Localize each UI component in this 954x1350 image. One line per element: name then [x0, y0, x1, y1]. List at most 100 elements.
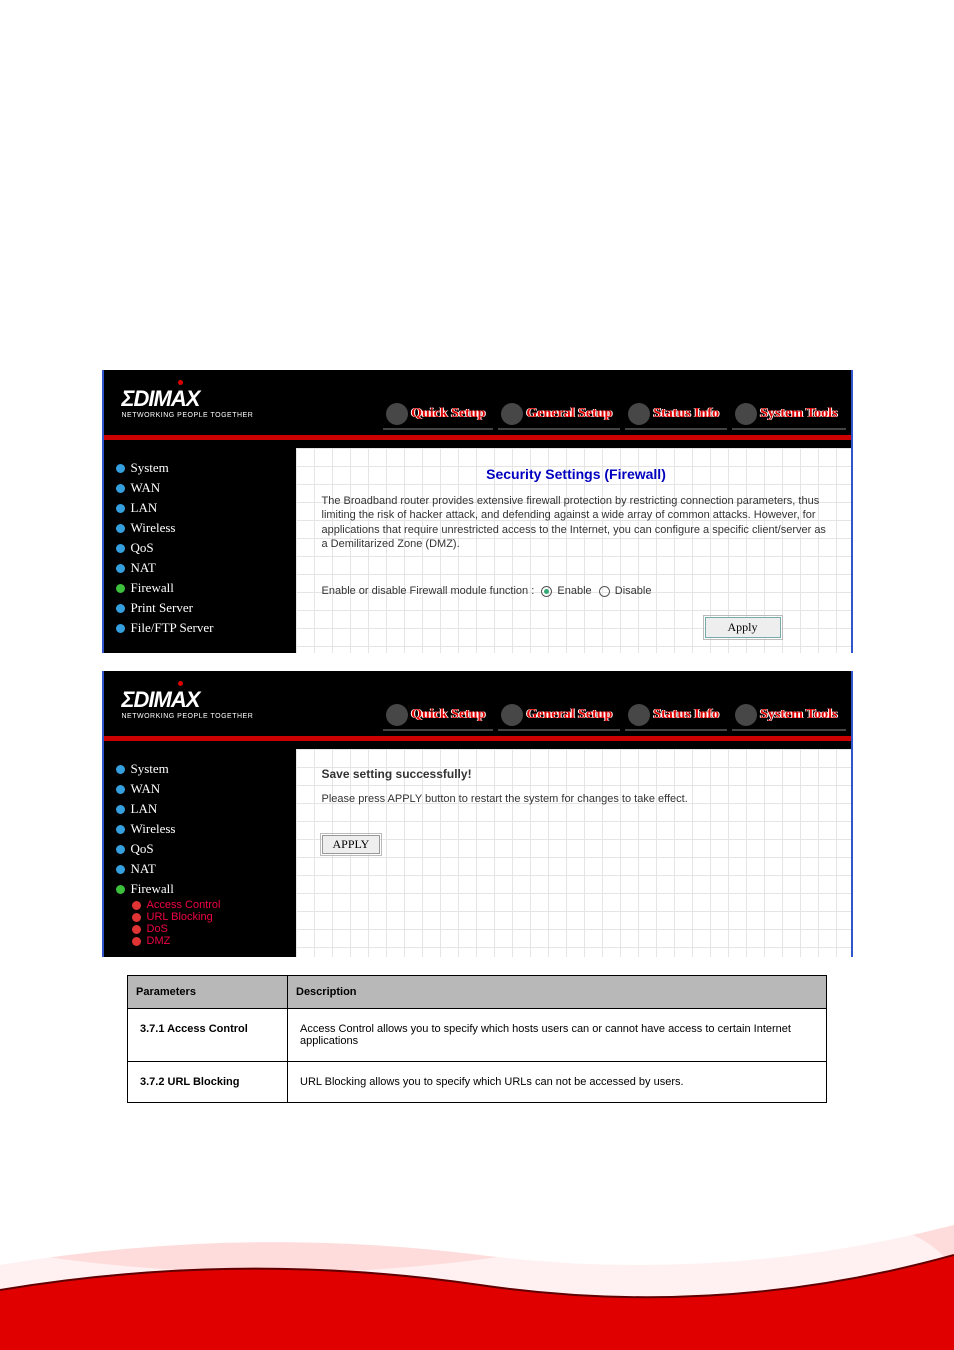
- bullet-icon: [116, 604, 125, 613]
- sidebar-label: Wireless: [131, 520, 176, 536]
- bullet-icon: [132, 925, 141, 934]
- bullet-icon: [116, 484, 125, 493]
- sidebar-item-system[interactable]: System: [116, 759, 284, 779]
- nav-general-setup[interactable]: General Setup: [498, 707, 620, 731]
- sidebar-label: Firewall: [131, 580, 174, 596]
- footer-swoosh-graphic: [0, 1170, 954, 1350]
- sidebar-sub-label: Access Control: [147, 899, 221, 911]
- content-panel: Security Settings (Firewall) The Broadba…: [296, 448, 851, 653]
- sidebar-item-nat[interactable]: NAT: [116, 558, 284, 578]
- nav-system-tools[interactable]: System Tools: [732, 406, 845, 430]
- bullet-icon: [132, 937, 141, 946]
- brand-name: ΣDIMAX: [122, 386, 294, 412]
- cell-param: 3.7.1 Access Control: [128, 1009, 288, 1062]
- enable-label: Enable: [557, 585, 591, 597]
- bullet-icon: [116, 584, 125, 593]
- apply-button[interactable]: Apply: [705, 617, 781, 638]
- sidebar-label: System: [131, 761, 169, 777]
- nav-system-tools[interactable]: System Tools: [732, 707, 845, 731]
- router-screenshot-1: ΣDIMAX NETWORKING PEOPLE TOGETHER Quick …: [102, 370, 853, 653]
- sidebar-sub-dmz[interactable]: DMZ: [132, 935, 284, 947]
- sidebar-item-lan[interactable]: LAN: [116, 498, 284, 518]
- sidebar-label: WAN: [131, 480, 161, 496]
- strip: [104, 440, 851, 448]
- sidebar-item-wan[interactable]: WAN: [116, 779, 284, 799]
- brand-tagline: NETWORKING PEOPLE TOGETHER: [122, 412, 294, 419]
- sidebar-sub-access-control[interactable]: Access Control: [132, 899, 284, 911]
- firewall-toggle-row: Enable or disable Firewall module functi…: [322, 585, 831, 597]
- sidebar-item-nat[interactable]: NAT: [116, 859, 284, 879]
- nav-quick-setup[interactable]: Quick Setup: [383, 406, 493, 430]
- bullet-icon: [116, 624, 125, 633]
- sidebar-label: Wireless: [131, 821, 176, 837]
- sidebar-item-wan[interactable]: WAN: [116, 478, 284, 498]
- bullet-icon: [116, 504, 125, 513]
- nav-quick-setup[interactable]: Quick Setup: [383, 707, 493, 731]
- sidebar-item-wireless[interactable]: Wireless: [116, 518, 284, 538]
- apply-button[interactable]: APPLY: [322, 835, 381, 854]
- save-success-msg: Please press APPLY button to restart the…: [322, 793, 831, 805]
- bullet-icon: [116, 825, 125, 834]
- bullet-icon: [116, 845, 125, 854]
- router-screenshot-2: ΣDIMAX NETWORKING PEOPLE TOGETHER Quick …: [102, 671, 853, 957]
- bullet-icon: [132, 901, 141, 910]
- sidebar-label: NAT: [131, 861, 156, 877]
- logo: ΣDIMAX NETWORKING PEOPLE TOGETHER: [104, 687, 294, 720]
- bullet-icon: [116, 805, 125, 814]
- sidebar-item-qos[interactable]: QoS: [116, 538, 284, 558]
- sidebar-label: QoS: [131, 540, 154, 556]
- th-description: Description: [288, 976, 827, 1009]
- header: ΣDIMAX NETWORKING PEOPLE TOGETHER Quick …: [104, 370, 851, 435]
- bullet-icon: [116, 785, 125, 794]
- brand-tagline: NETWORKING PEOPLE TOGETHER: [122, 713, 294, 720]
- sidebar-sub-label: URL Blocking: [147, 911, 213, 923]
- sidebar-label: System: [131, 460, 169, 476]
- table-row: 3.7.1 Access Control Access Control allo…: [128, 1009, 827, 1062]
- sidebar-label: LAN: [131, 500, 158, 516]
- description-text: The Broadband router provides extensive …: [322, 494, 831, 551]
- bullet-icon: [116, 464, 125, 473]
- bullet-icon: [116, 524, 125, 533]
- toggle-label: Enable or disable Firewall module functi…: [322, 585, 535, 597]
- sidebar-label: Print Server: [131, 600, 193, 616]
- sidebar-label: LAN: [131, 801, 158, 817]
- brand-name: ΣDIMAX: [122, 687, 294, 713]
- page-title: Security Settings (Firewall): [322, 466, 831, 482]
- bullet-icon: [132, 913, 141, 922]
- sidebar-label: NAT: [131, 560, 156, 576]
- sidebar-item-firewall[interactable]: Firewall: [116, 578, 284, 598]
- sidebar-label: File/FTP Server: [131, 620, 214, 636]
- cell-desc: Access Control allows you to specify whi…: [288, 1009, 827, 1062]
- disable-label: Disable: [615, 585, 652, 597]
- parameters-table: Parameters Description 3.7.1 Access Cont…: [127, 975, 827, 1103]
- sidebar-item-lan[interactable]: LAN: [116, 799, 284, 819]
- sidebar-label: WAN: [131, 781, 161, 797]
- nav-status-info[interactable]: Status Info: [625, 707, 727, 731]
- nav-general-setup[interactable]: General Setup: [498, 406, 620, 430]
- sidebar-sub-url-blocking[interactable]: URL Blocking: [132, 911, 284, 923]
- sidebar-sub-label: DoS: [147, 923, 168, 935]
- sidebar-label: Firewall: [131, 881, 174, 897]
- radio-disable[interactable]: [599, 586, 610, 597]
- header: ΣDIMAX NETWORKING PEOPLE TOGETHER Quick …: [104, 671, 851, 736]
- sidebar-item-file-ftp[interactable]: File/FTP Server: [116, 618, 284, 638]
- sidebar-item-system[interactable]: System: [116, 458, 284, 478]
- sidebar-sub-label: DMZ: [147, 935, 171, 947]
- cell-param: 3.7.2 URL Blocking: [128, 1062, 288, 1103]
- sidebar: System WAN LAN Wireless QoS NAT Firewall…: [104, 749, 296, 957]
- sidebar-item-print-server[interactable]: Print Server: [116, 598, 284, 618]
- bullet-icon: [116, 865, 125, 874]
- top-nav: Quick Setup General Setup Status Info Sy…: [294, 370, 851, 435]
- bullet-icon: [116, 765, 125, 774]
- sidebar-item-qos[interactable]: QoS: [116, 839, 284, 859]
- nav-status-info[interactable]: Status Info: [625, 406, 727, 430]
- sidebar-sub-dos[interactable]: DoS: [132, 923, 284, 935]
- radio-enable[interactable]: [541, 586, 552, 597]
- sidebar-item-firewall[interactable]: Firewall: [116, 879, 284, 899]
- bullet-icon: [116, 544, 125, 553]
- content-panel: Save setting successfully! Please press …: [296, 749, 851, 957]
- bullet-icon: [116, 564, 125, 573]
- sidebar-label: QoS: [131, 841, 154, 857]
- save-success-title: Save setting successfully!: [322, 767, 831, 781]
- sidebar-item-wireless[interactable]: Wireless: [116, 819, 284, 839]
